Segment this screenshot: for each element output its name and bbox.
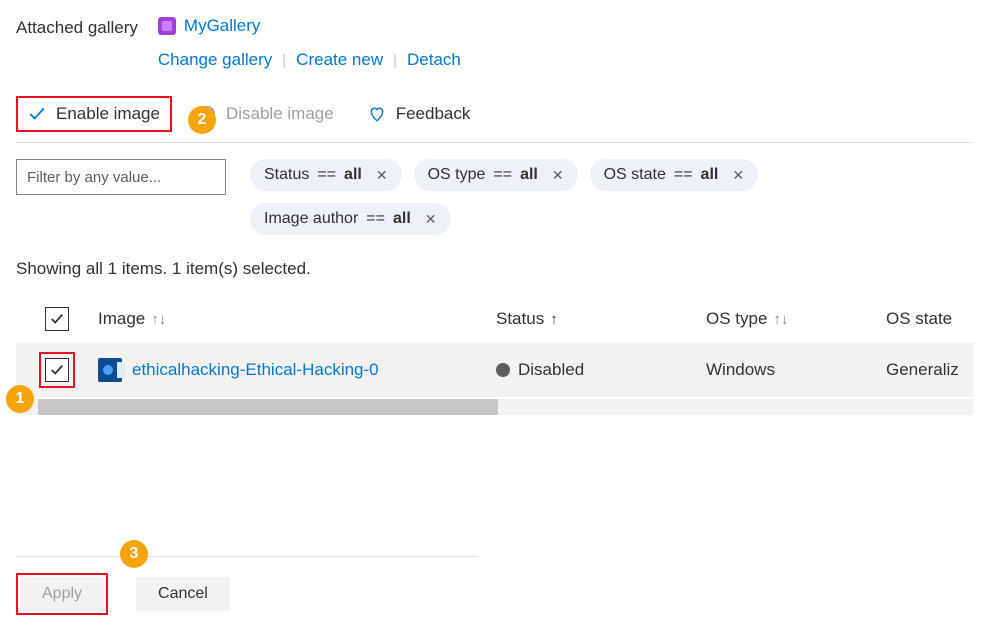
items-summary: Showing all 1 items. 1 item(s) selected. <box>16 259 973 279</box>
separator: | <box>282 52 286 69</box>
image-name-link[interactable]: ethicalhacking-Ethical-Hacking-0 <box>132 360 379 380</box>
vm-image-icon <box>98 358 122 382</box>
image-cell: ethicalhacking-Ethical-Hacking-0 <box>98 358 496 382</box>
check-icon <box>28 105 46 123</box>
table-header: Image ↑↓ Status ↑ OS type ↑↓ OS state <box>16 299 973 343</box>
gallery-header: Attached gallery MyGallery Change galler… <box>16 16 973 70</box>
sort-asc-icon: ↑ <box>550 311 558 328</box>
close-icon[interactable]: ✕ <box>552 167 564 184</box>
gallery-name-row: MyGallery <box>158 16 461 36</box>
cancel-button[interactable]: Cancel <box>136 577 230 611</box>
gallery-name-link[interactable]: MyGallery <box>184 16 261 36</box>
status-cell: Disabled <box>496 360 706 380</box>
horizontal-scrollbar[interactable] <box>16 399 973 415</box>
separator: | <box>393 52 397 69</box>
sort-icon: ↑↓ <box>773 311 788 328</box>
column-header-status[interactable]: Status ↑ <box>496 309 706 329</box>
toolbar: Enable image Disable image Feedback <box>16 86 973 143</box>
filter-pill-ostype[interactable]: OS type == all ✕ <box>414 159 578 191</box>
sort-icon: ↑↓ <box>151 311 166 328</box>
ostype-cell: Windows <box>706 360 886 380</box>
gallery-label: Attached gallery <box>16 16 138 38</box>
scrollbar-thumb[interactable] <box>38 399 498 415</box>
filter-pill-status[interactable]: Status == all ✕ <box>250 159 402 191</box>
enable-image-label: Enable image <box>56 104 160 124</box>
filter-input[interactable] <box>16 159 226 195</box>
osstate-cell: Generaliz <box>886 360 973 380</box>
filter-pills: Status == all ✕ OS type == all ✕ OS stat… <box>250 159 890 235</box>
column-header-image[interactable]: Image ↑↓ <box>98 309 496 329</box>
gallery-actions: Change gallery | Create new | Detach <box>158 50 461 70</box>
table-row[interactable]: ethicalhacking-Ethical-Hacking-0 Disable… <box>16 343 973 397</box>
filter-row: Status == all ✕ OS type == all ✕ OS stat… <box>16 143 973 235</box>
images-table: Image ↑↓ Status ↑ OS type ↑↓ OS state <box>16 299 973 415</box>
close-icon[interactable]: ✕ <box>732 167 744 184</box>
callout-1: 1 <box>6 385 34 413</box>
action-bar: Apply Cancel <box>16 556 476 615</box>
column-header-ostype[interactable]: OS type ↑↓ <box>706 309 886 329</box>
close-icon[interactable]: ✕ <box>425 211 437 228</box>
select-all-checkbox[interactable] <box>45 307 69 331</box>
filter-pill-author[interactable]: Image author == all ✕ <box>250 203 451 235</box>
detach-link[interactable]: Detach <box>407 50 461 70</box>
disable-image-label: Disable image <box>226 104 334 124</box>
gallery-right: MyGallery Change gallery | Create new | … <box>158 16 461 70</box>
enable-image-button[interactable]: Enable image <box>16 96 172 132</box>
filter-pill-osstate[interactable]: OS state == all ✕ <box>590 159 758 191</box>
close-icon[interactable]: ✕ <box>376 167 388 184</box>
apply-button[interactable]: Apply <box>20 577 104 611</box>
callout-3: 3 <box>120 540 148 568</box>
heart-icon <box>368 105 386 123</box>
feedback-label: Feedback <box>396 104 471 124</box>
row-checkbox[interactable] <box>45 358 69 382</box>
column-header-osstate[interactable]: OS state <box>886 309 973 329</box>
status-dot-icon <box>496 363 510 377</box>
create-new-link[interactable]: Create new <box>296 50 383 70</box>
feedback-button[interactable]: Feedback <box>360 100 479 128</box>
change-gallery-link[interactable]: Change gallery <box>158 50 272 70</box>
gallery-icon <box>158 17 176 35</box>
callout-2: 2 <box>188 106 216 134</box>
